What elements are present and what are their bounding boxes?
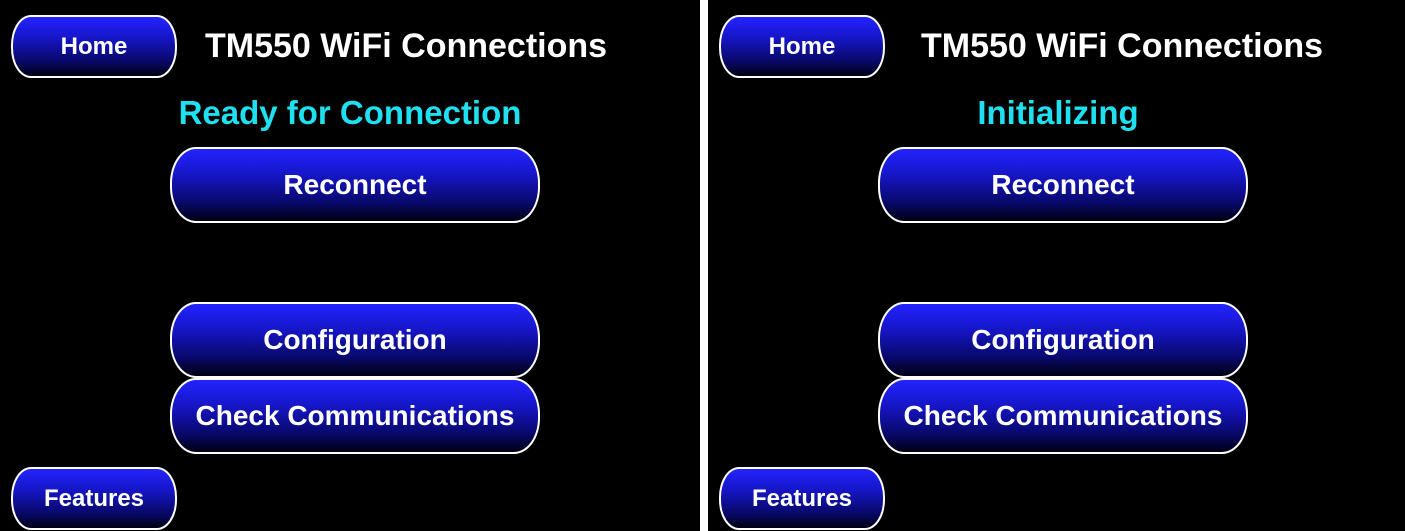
features-button[interactable]: Features: [11, 467, 177, 530]
home-button[interactable]: Home: [719, 15, 885, 78]
screen-title: TM550 WiFi Connections: [921, 27, 1324, 65]
wifi-screen-ready: Home TM550 WiFi Connections Ready for Co…: [0, 0, 700, 531]
features-button[interactable]: Features: [719, 467, 885, 530]
home-button[interactable]: Home: [11, 15, 177, 78]
connection-status: Ready for Connection: [178, 94, 522, 131]
reconnect-button[interactable]: Reconnect: [878, 147, 1248, 223]
check-communications-button[interactable]: Check Communications: [170, 378, 540, 454]
connection-status: Initializing: [977, 94, 1139, 131]
reconnect-button[interactable]: Reconnect: [170, 147, 540, 223]
configuration-button[interactable]: Configuration: [170, 302, 540, 378]
screen-title: TM550 WiFi Connections: [205, 27, 608, 65]
check-communications-button[interactable]: Check Communications: [878, 378, 1248, 454]
wifi-screen-initializing: Home TM550 WiFi Connections Initializing…: [708, 0, 1405, 531]
configuration-button[interactable]: Configuration: [878, 302, 1248, 378]
